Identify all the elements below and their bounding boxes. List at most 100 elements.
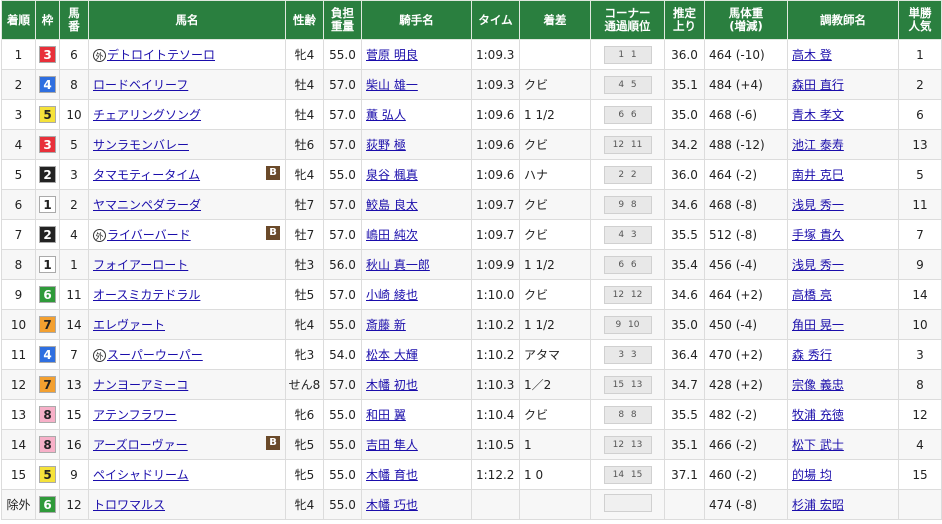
trainer-link[interactable]: 青木 孝文 xyxy=(792,108,844,122)
horse-name-link[interactable]: フォイアーロート xyxy=(93,258,188,272)
cell-sexage: 牝4 xyxy=(285,489,324,520)
time-value: 1:09.9 xyxy=(476,257,515,272)
corner-positions: 15 13 xyxy=(603,375,652,394)
horse-name-link[interactable]: ロードベイリーフ xyxy=(93,78,188,92)
margin-value: 1 0 xyxy=(524,467,544,482)
jockey-link[interactable]: 吉田 隼人 xyxy=(366,438,418,452)
race-result-table: 着順 枠 馬 番 馬名 性齢 負担 重量 騎手名 タイム 着差 コーナー 通過順… xyxy=(1,0,942,520)
margin-value: 1 xyxy=(524,437,532,452)
cell-time: 1:10.4 xyxy=(471,399,520,430)
cell-odds-rank: 14 xyxy=(898,279,942,310)
horse-name-link[interactable]: ヤマニンペダラーダ xyxy=(93,198,201,212)
horse-name-link[interactable]: ライバーバード xyxy=(107,228,191,242)
corner-positions: 9 8 xyxy=(603,195,652,214)
cell-margin: アタマ xyxy=(519,339,591,370)
horse-name-link[interactable]: チェアリングソング xyxy=(93,108,201,122)
header-margin: 着差 xyxy=(519,0,591,40)
header-weight[interactable]: 負担 重量 xyxy=(323,0,362,40)
trainer-link[interactable]: 松下 武士 xyxy=(792,438,844,452)
trainer-link[interactable]: 角田 晃一 xyxy=(792,318,844,332)
jockey-link[interactable]: 松本 大輝 xyxy=(366,348,418,362)
header-horse[interactable]: 馬名 xyxy=(88,0,286,40)
jockey-link[interactable]: 和田 翼 xyxy=(366,408,406,422)
trainer-link[interactable]: 森田 直行 xyxy=(792,78,844,92)
jockey-link[interactable]: 薫 弘人 xyxy=(366,108,406,122)
header-bodyweight[interactable]: 馬体重 (増減) xyxy=(704,0,788,40)
jockey-link[interactable]: 斎藤 新 xyxy=(366,318,406,332)
trainer-link[interactable]: 的場 均 xyxy=(792,468,832,482)
cell-order: 4 xyxy=(1,129,36,160)
table-body: 1 3 6 外デトロイトテソーロ 牝4 55.0 菅原 明良 1:09.3 1 1 36.0 464… xyxy=(1,39,942,520)
cell-bodyweight: 484 (+4) xyxy=(704,69,788,100)
cell-corner: 12 13 xyxy=(590,429,665,460)
odds-rank-value: 13 xyxy=(912,137,928,152)
jockey-link[interactable]: 菅原 明良 xyxy=(366,48,418,62)
horse-name-link[interactable]: ナンヨーアミーコ xyxy=(93,378,188,392)
trainer-link[interactable]: 南井 克巳 xyxy=(792,168,844,182)
header-trainer[interactable]: 調教師名 xyxy=(787,0,899,40)
header-umaban[interactable]: 馬 番 xyxy=(59,0,89,40)
horse-name-link[interactable]: アーズローヴァー xyxy=(93,438,188,452)
horse-name-link[interactable]: トロワマルス xyxy=(93,498,165,512)
waku-badge: 8 xyxy=(39,436,56,453)
header-sexage[interactable]: 性齢 xyxy=(285,0,324,40)
horse-name-link[interactable]: ペイシャドリーム xyxy=(93,468,189,482)
trainer-link[interactable]: 手塚 貴久 xyxy=(792,228,844,242)
jockey-link[interactable]: 荻野 極 xyxy=(366,138,406,152)
cell-waku: 6 xyxy=(35,489,60,520)
corner-positions: 6 6 xyxy=(603,105,652,124)
header-time[interactable]: タイム xyxy=(471,0,520,40)
horse-name-link[interactable]: オースミカテドラル xyxy=(93,288,200,302)
jockey-link[interactable]: 柴山 雄一 xyxy=(366,78,418,92)
header-waku[interactable]: 枠 xyxy=(35,0,60,40)
header-order[interactable]: 着順 xyxy=(1,0,36,40)
trainer-link[interactable]: 宗像 義忠 xyxy=(792,378,844,392)
header-last3f[interactable]: 推定 上り xyxy=(664,0,705,40)
trainer-link[interactable]: 浅見 秀一 xyxy=(792,258,844,272)
trainer-link[interactable]: 浅見 秀一 xyxy=(792,198,844,212)
jockey-link[interactable]: 嶋田 純次 xyxy=(366,228,418,242)
trainer-link[interactable]: 杉浦 宏昭 xyxy=(792,498,844,512)
jockey-link[interactable]: 泉谷 楓真 xyxy=(366,168,418,182)
horse-name-link[interactable]: スーパーウーパー xyxy=(107,348,203,362)
trainer-link[interactable]: 池江 泰寿 xyxy=(792,138,844,152)
header-jockey[interactable]: 騎手名 xyxy=(361,0,472,40)
cell-umaban: 3 xyxy=(59,159,89,190)
trainer-link[interactable]: 高木 登 xyxy=(792,48,832,62)
jockey-link[interactable]: 秋山 真一郎 xyxy=(366,258,430,272)
jockey-link[interactable]: 木幡 育也 xyxy=(366,468,418,482)
jockey-link[interactable]: 木幡 初也 xyxy=(366,378,418,392)
trainer-link[interactable]: 森 秀行 xyxy=(792,348,832,362)
horse-name-link[interactable]: デトロイトテソーロ xyxy=(107,48,215,62)
trainer-link[interactable]: 高橋 亮 xyxy=(792,288,832,302)
corner-positions: 3 3 xyxy=(603,345,652,364)
cell-corner: 4 5 xyxy=(590,69,665,100)
cell-last3f: 35.0 xyxy=(664,99,705,130)
cell-last3f: 35.0 xyxy=(664,309,705,340)
cell-time: 1:12.2 xyxy=(471,459,520,490)
horse-name-link[interactable]: エレヴァート xyxy=(93,318,165,332)
table-row: 11 4 7 外スーパーウーパー 牝3 54.0 松本 大輝 1:10.2 アタマ 3 3 36.4… xyxy=(1,339,942,370)
time-value: 1:10.4 xyxy=(476,407,515,422)
order-value: 8 xyxy=(14,257,23,272)
cell-trainer: 池江 泰寿 xyxy=(787,129,899,160)
horse-name-link[interactable]: サンラモンバレー xyxy=(93,138,189,152)
cell-last3f: 35.1 xyxy=(664,429,705,460)
blinker-icon: B xyxy=(266,436,280,450)
cell-trainer: 角田 晃一 xyxy=(787,309,899,340)
horse-name-link[interactable]: タマモティータイム xyxy=(93,168,200,182)
jockey-link[interactable]: 鮫島 良太 xyxy=(366,198,418,212)
jockey-link[interactable]: 木幡 巧也 xyxy=(366,498,418,512)
weight-value: 57.0 xyxy=(329,137,356,152)
jockey-link[interactable]: 小崎 綾也 xyxy=(366,288,418,302)
horse-name-link[interactable]: アテンフラワー xyxy=(93,408,177,422)
table-row: 3 5 10 チェアリングソング 牡4 57.0 薫 弘人 1:09.6 1 1/2 6 6 35.… xyxy=(1,99,942,130)
cell-weight: 57.0 xyxy=(323,189,362,220)
cell-time: 1:10.3 xyxy=(471,369,520,400)
header-odds-rank[interactable]: 単勝 人気 xyxy=(898,0,942,40)
trainer-link[interactable]: 牧浦 充徳 xyxy=(792,408,844,422)
time-value: 1:10.2 xyxy=(476,317,515,332)
table-row: 7 2 4 外ライバーバード B 牡7 57.0 嶋田 純次 1:09.7 クビ 4 3 35.5 51… xyxy=(1,219,942,250)
foreign-horse-icon: 外 xyxy=(93,229,106,242)
cell-jockey: 菅原 明良 xyxy=(361,39,472,70)
